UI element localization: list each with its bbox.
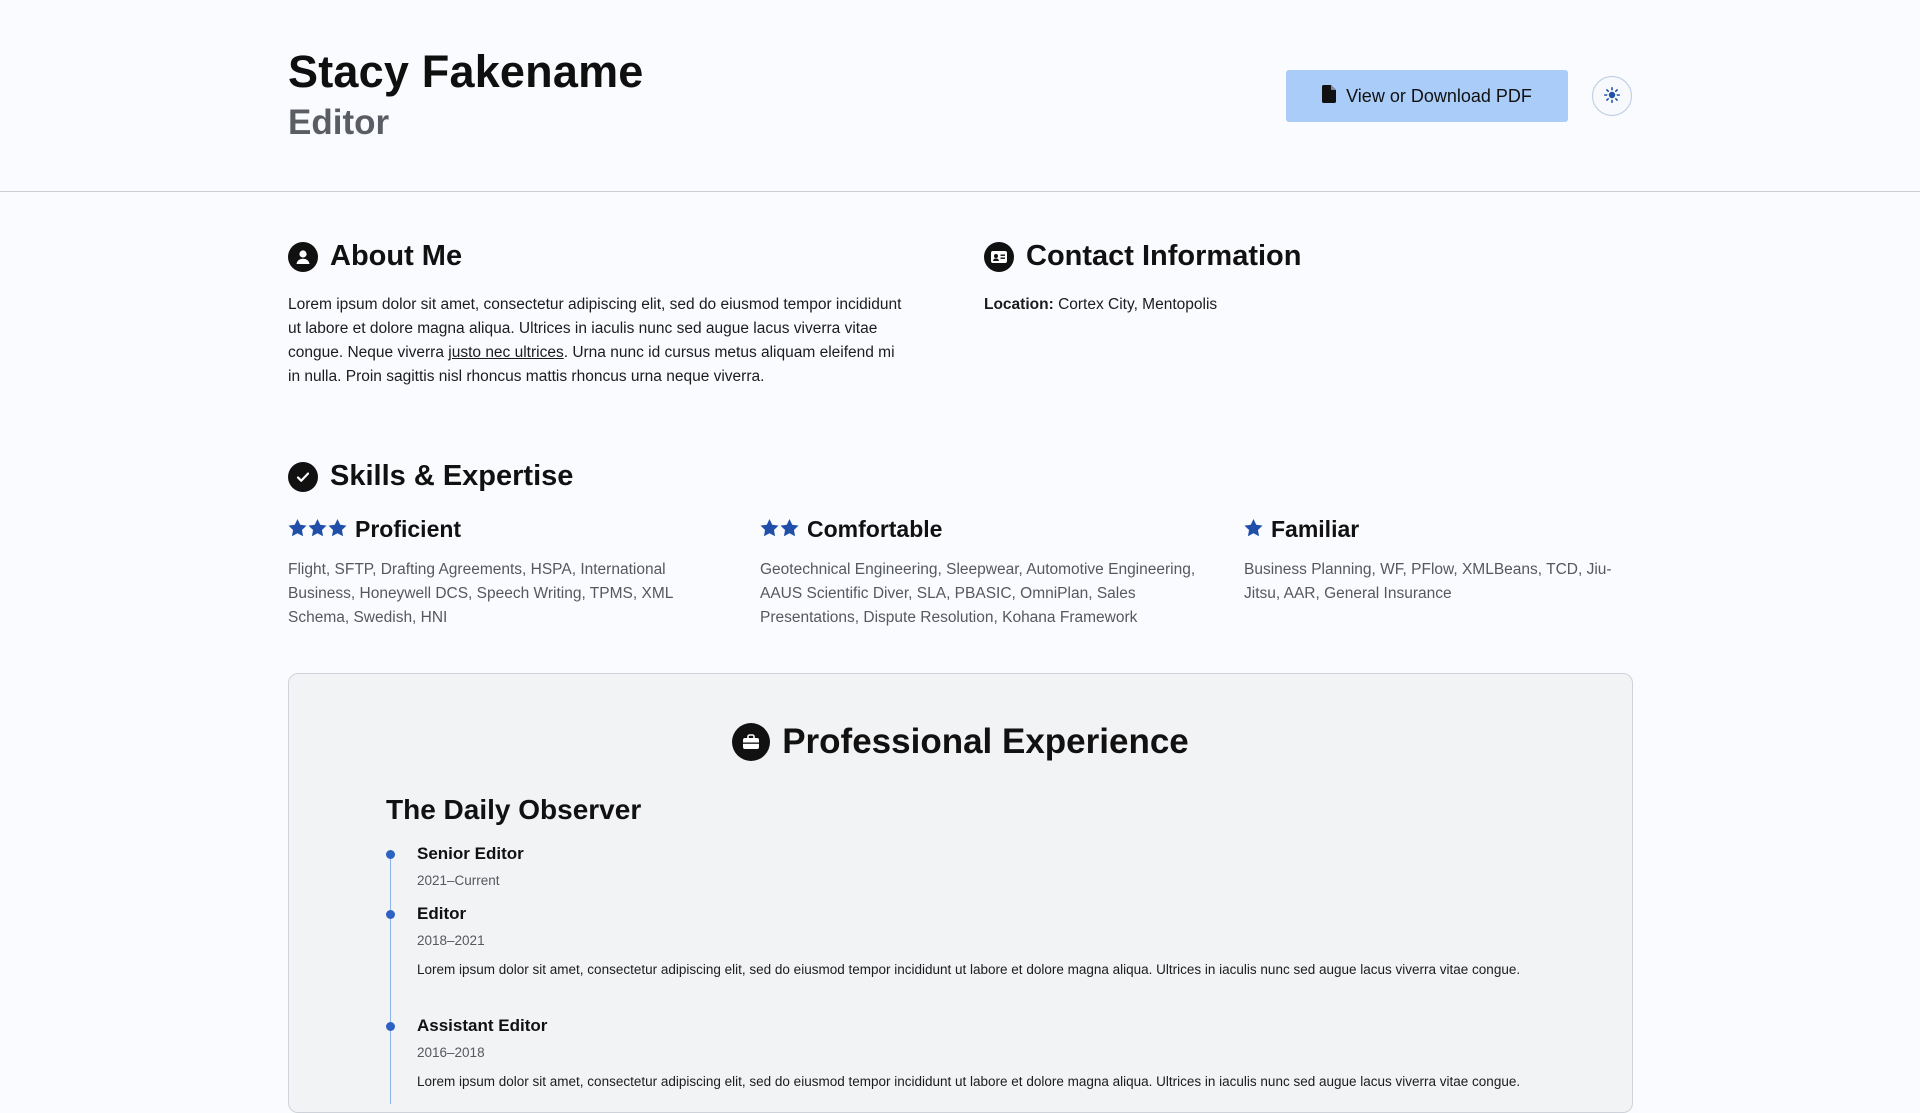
job-entry: Editor 2018–2021 Lorem ipsum dolor sit a… bbox=[386, 902, 1526, 1014]
about-text: Lorem ipsum dolor sit amet, consectetur … bbox=[288, 293, 908, 389]
one-star-icon bbox=[1244, 516, 1263, 543]
star-icon bbox=[780, 516, 799, 543]
person-role: Editor bbox=[288, 103, 390, 142]
page-header: Stacy Fakename Editor View or Download P… bbox=[0, 0, 1920, 192]
location-label: Location: bbox=[984, 296, 1054, 313]
experience-section-title: Professional Experience bbox=[289, 722, 1632, 762]
job-dates: 2018–2021 bbox=[417, 933, 485, 948]
check-circle-icon bbox=[288, 461, 318, 492]
skills-title: Skills & Expertise bbox=[330, 460, 574, 492]
job-entry: Assistant Editor 2016–2018 Lorem ipsum d… bbox=[386, 1014, 1526, 1092]
contact-title: Contact Information bbox=[1026, 240, 1302, 272]
skill-group-comfortable: Comfortable Geotechnical Engineering, Sl… bbox=[760, 514, 1210, 630]
about-section-title: About Me bbox=[288, 240, 462, 273]
job-description: Lorem ipsum dolor sit amet, consectetur … bbox=[417, 1074, 1521, 1089]
job-title: Senior Editor bbox=[417, 844, 524, 863]
about-title: About Me bbox=[330, 240, 463, 272]
skill-level-label: Proficient bbox=[355, 515, 462, 542]
theme-toggle-button[interactable] bbox=[1592, 76, 1632, 116]
star-icon bbox=[1244, 516, 1263, 543]
skill-list: Geotechnical Engineering, Sleepwear, Aut… bbox=[760, 561, 1196, 626]
skill-group-familiar: Familiar Business Planning, WF, PFlow, X… bbox=[1244, 514, 1634, 606]
timeline-dot bbox=[386, 850, 395, 859]
person-name: Stacy Fakename bbox=[288, 46, 644, 97]
job-entry: Senior Editor 2021–Current bbox=[386, 842, 1526, 902]
location-value: Cortex City, Mentopolis bbox=[1058, 296, 1218, 313]
contact-section-title: Contact Information bbox=[984, 240, 1302, 273]
job-timeline: Senior Editor 2021–Current Editor 2018–2… bbox=[386, 842, 1526, 1104]
contact-location: Location: Cortex City, Mentopolis bbox=[984, 293, 1217, 317]
skill-level-label: Familiar bbox=[1271, 515, 1360, 542]
skill-level-label: Comfortable bbox=[807, 515, 943, 542]
star-icon bbox=[288, 516, 307, 543]
address-card-icon bbox=[984, 241, 1014, 272]
briefcase-circle-icon bbox=[732, 723, 771, 761]
job-description: Lorem ipsum dolor sit amet, consectetur … bbox=[417, 962, 1521, 977]
user-circle-icon bbox=[288, 241, 318, 272]
sun-icon bbox=[1604, 86, 1620, 106]
job-title: Editor bbox=[417, 904, 467, 923]
star-icon bbox=[308, 516, 327, 543]
skill-group-proficient: Proficient Flight, SFTP, Drafting Agreem… bbox=[288, 514, 708, 630]
job-title: Assistant Editor bbox=[417, 1016, 548, 1035]
about-link[interactable]: justo nec ultrices bbox=[448, 344, 563, 361]
star-icon bbox=[328, 516, 347, 543]
experience-card: Professional Experience The Daily Observ… bbox=[288, 673, 1633, 1113]
view-download-pdf-button[interactable]: View or Download PDF bbox=[1286, 70, 1568, 122]
two-stars-icon bbox=[760, 516, 799, 543]
timeline-dot bbox=[386, 910, 395, 919]
job-dates: 2016–2018 bbox=[417, 1045, 485, 1060]
file-icon bbox=[1322, 84, 1337, 108]
experience-title: Professional Experience bbox=[782, 722, 1189, 761]
timeline-dot bbox=[386, 1022, 395, 1031]
job-dates: 2021–Current bbox=[417, 873, 500, 888]
star-icon bbox=[760, 516, 779, 543]
skills-section-title: Skills & Expertise bbox=[288, 460, 573, 493]
pdf-button-label: View or Download PDF bbox=[1346, 85, 1532, 106]
skill-list: Flight, SFTP, Drafting Agreements, HSPA,… bbox=[288, 561, 673, 626]
three-stars-icon bbox=[288, 516, 347, 543]
company-name: The Daily Observer bbox=[386, 794, 642, 825]
skill-list: Business Planning, WF, PFlow, XMLBeans, … bbox=[1244, 561, 1612, 602]
